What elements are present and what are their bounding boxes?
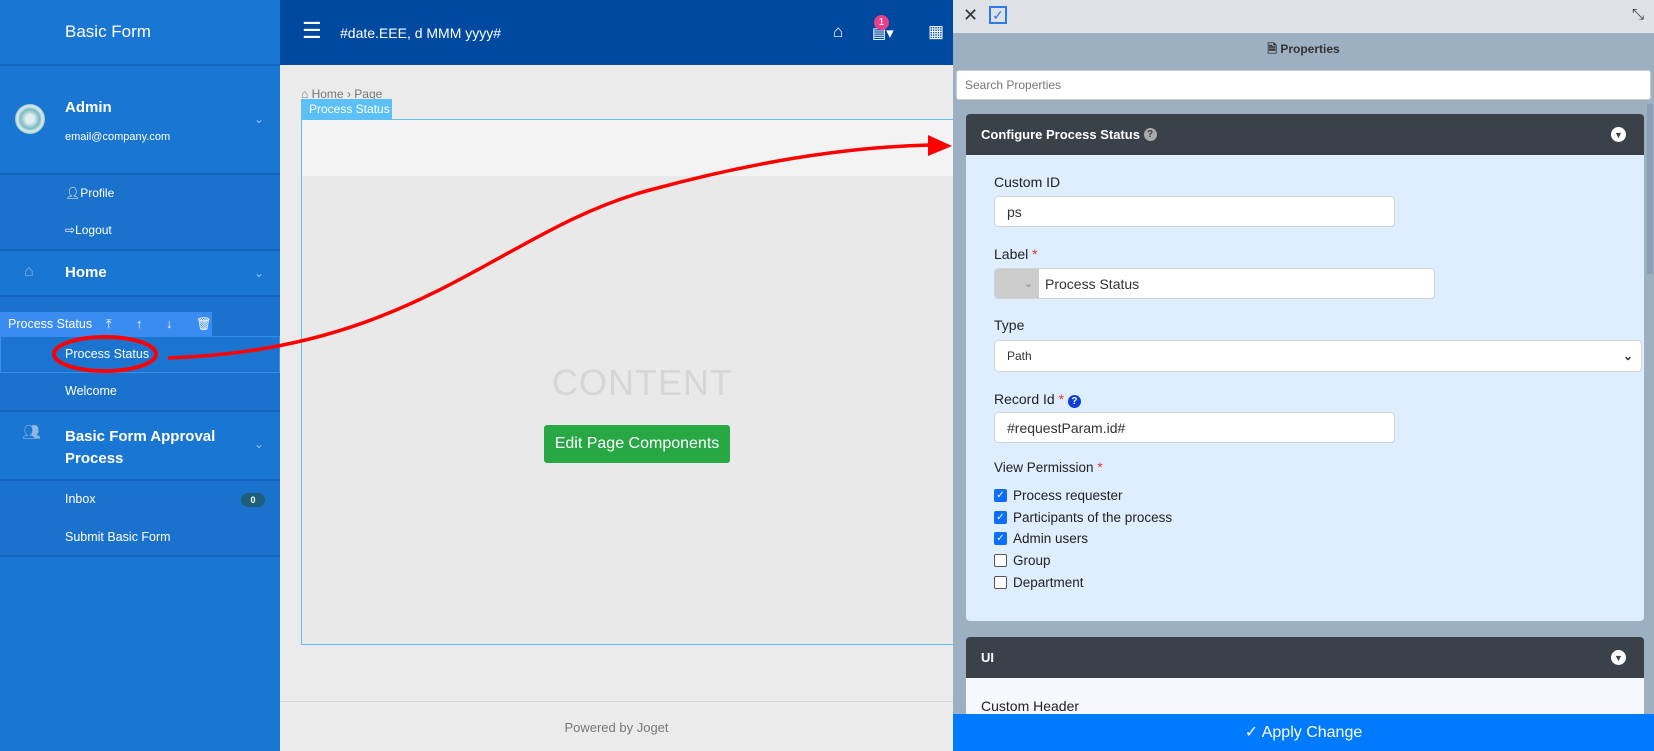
custom-id-input[interactable]: ps	[994, 196, 1395, 227]
element-tab-label[interactable]: Process Status	[301, 99, 392, 119]
sidebar-item-submit-basic-form[interactable]: Submit Basic Form	[65, 530, 171, 544]
view-permission-label: View Permission *	[994, 460, 1103, 475]
help-icon[interactable]: ?	[1067, 395, 1081, 408]
top-header: ☰ #date.EEE, d MMM yyyy# ⌂ ▤▾ 1 ▦	[280, 0, 953, 65]
chevron-down-icon[interactable]: ⌄	[254, 266, 264, 280]
sidebar-item-process-status[interactable]: Process Status	[0, 336, 280, 373]
close-icon[interactable]: ✕	[963, 5, 978, 26]
sidebar-item-label: Process Status	[65, 347, 150, 361]
chevron-down-icon[interactable]: ⌄	[254, 437, 264, 451]
record-id-input[interactable]: #requestParam.id#	[994, 412, 1395, 443]
sidebar-item-inbox[interactable]: Inbox	[65, 492, 96, 506]
notification-badge: 1	[874, 15, 889, 30]
grid-menu-icon[interactable]: ▦	[928, 22, 944, 42]
permission-checkbox[interactable]: Group	[994, 553, 1051, 568]
section-header-configure[interactable]: Configure Process Status ? ▼	[966, 114, 1644, 155]
custom-header-label: Custom Header	[981, 698, 1080, 714]
search-properties-input[interactable]	[956, 70, 1651, 100]
permission-checkbox[interactable]: ✓ Process requester	[994, 488, 1123, 503]
document-icon: 🗎︎	[1267, 42, 1281, 56]
brand-title[interactable]: Basic Form	[65, 22, 151, 42]
arrow-down-icon[interactable]: ↓	[166, 317, 196, 331]
label-input[interactable]: ⌄ Process Status	[994, 268, 1435, 299]
checkbox-unchecked-icon[interactable]	[994, 576, 1007, 589]
apply-change-button[interactable]: ✓ Apply Change	[953, 714, 1654, 751]
type-select[interactable]: Path ⌄	[994, 340, 1642, 372]
profile-link[interactable]: 👤︎Profile	[65, 186, 114, 200]
content-placeholder: CONTENT	[552, 362, 733, 403]
home-icon[interactable]: ⌂	[833, 22, 843, 42]
sidebar-item-welcome[interactable]: Welcome	[65, 384, 117, 398]
panel-title: 🗎︎ Properties	[1267, 42, 1340, 56]
collapse-icon[interactable]: ⤡	[1632, 6, 1644, 23]
label-label: Label *	[994, 246, 1038, 262]
footer-text: Powered by Joget	[564, 720, 669, 735]
sidebar-item-basic-form-approval-process[interactable]: Basic Form Approval Process	[65, 426, 215, 470]
avatar	[15, 104, 45, 134]
scrollbar[interactable]	[1647, 104, 1653, 274]
permission-checkbox[interactable]: Department	[994, 575, 1084, 590]
record-id-label: Record Id * ?	[994, 391, 1081, 408]
check-icon: ✓	[1244, 724, 1262, 741]
trash-icon[interactable]: 🗑︎	[196, 317, 212, 332]
user-name: Admin	[65, 99, 112, 116]
section-body-configure: Custom ID ps Label * ⌄ Process Status Ty…	[966, 155, 1644, 621]
checkbox-checked-icon[interactable]: ✓	[994, 511, 1007, 524]
language-select[interactable]: ⌄	[995, 269, 1039, 298]
move-top-icon[interactable]: ⤒	[106, 317, 136, 332]
users-icon: 👥︎	[22, 424, 42, 441]
chevron-down-circle-icon[interactable]: ▼	[1611, 127, 1626, 142]
chevron-down-icon[interactable]: ⌄	[254, 112, 264, 126]
arrow-up-icon[interactable]: ↑	[136, 317, 166, 331]
sidebar-item-home[interactable]: Home	[65, 264, 107, 281]
chevron-down-circle-icon[interactable]: ▼	[1611, 650, 1626, 665]
logout-link[interactable]: ⇨Logout	[65, 223, 112, 237]
checkbox-unchecked-icon[interactable]	[994, 554, 1007, 567]
process-status-element[interactable]: CONTENT Edit Page Components	[301, 119, 961, 645]
properties-panel: ✕ ✓ ⤡ 🗎︎ Properties Configure Process St…	[953, 0, 1654, 751]
permission-checkbox[interactable]: ✓ Admin users	[994, 531, 1088, 546]
logout-icon: ⇨	[65, 223, 76, 237]
chevron-down-icon: ⌄	[1622, 349, 1633, 363]
hamburger-menu-icon[interactable]: ☰	[302, 20, 322, 42]
custom-id-label: Custom ID	[994, 174, 1061, 190]
inbox-count-badge: 0	[241, 493, 265, 507]
user-email: email@company.com	[65, 131, 171, 143]
checkbox-checked-icon[interactable]: ✓	[994, 532, 1007, 545]
date-text: #date.EEE, d MMM yyyy#	[340, 25, 502, 41]
edit-page-components-button[interactable]: Edit Page Components	[544, 425, 730, 463]
help-icon[interactable]: ?	[1143, 128, 1157, 141]
checkbox-checked-icon[interactable]: ✓	[994, 489, 1007, 502]
section-header-ui[interactable]: UI ▼	[966, 637, 1644, 678]
checkbox-save-icon[interactable]: ✓	[989, 6, 1007, 24]
permission-checkbox[interactable]: ✓ Participants of the process	[994, 510, 1172, 525]
sidebar: Basic Form Admin email@company.com ⌄ 👤︎P…	[0, 0, 280, 751]
type-label: Type	[994, 317, 1025, 333]
section-body-ui: Custom Header	[966, 678, 1644, 714]
element-toolbar-label: Process Status	[8, 317, 93, 331]
user-icon: 👤︎	[65, 186, 81, 200]
element-toolbar: Process Status ⤒ ↑ ↓ 🗑︎	[0, 312, 212, 336]
home-icon: ⌂	[24, 263, 34, 280]
